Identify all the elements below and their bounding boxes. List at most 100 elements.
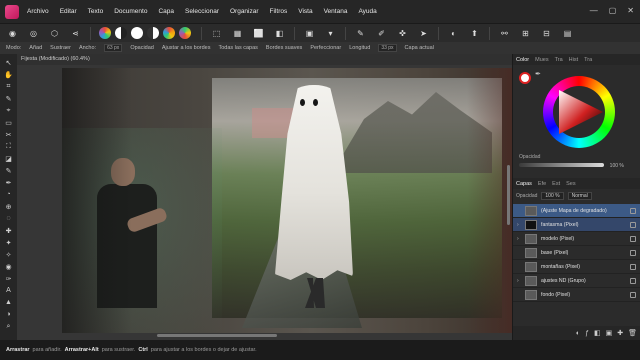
share-icon[interactable]: ⋖ bbox=[69, 27, 82, 40]
expand-chevron-icon[interactable]: › bbox=[517, 236, 523, 242]
assistant-icon[interactable]: ▤ bbox=[561, 27, 574, 40]
blur-icon[interactable]: ◌ bbox=[3, 213, 14, 224]
red-eye-icon[interactable]: ◉ bbox=[3, 261, 14, 272]
canvas-area[interactable] bbox=[17, 65, 512, 340]
adjustment-icon[interactable]: ◐ bbox=[576, 330, 580, 337]
contrast-icon[interactable] bbox=[147, 27, 159, 39]
layer-row[interactable]: (Ajuste Mapa de degradado) bbox=[513, 204, 640, 218]
ctx-option-8[interactable]: Perfeccionar bbox=[310, 45, 341, 51]
ctx-option-1[interactable]: Añad bbox=[29, 45, 42, 51]
layer-opacity-field[interactable]: 100 % bbox=[541, 192, 564, 200]
menu-filtros[interactable]: Filtros bbox=[270, 8, 288, 15]
group-icon[interactable]: ▣ bbox=[606, 329, 613, 337]
document-tab[interactable]: Fijesta (Modificado) (60.4%) bbox=[17, 54, 512, 65]
ruler-icon[interactable]: ⊞ bbox=[519, 27, 532, 40]
color-panel-tab-4[interactable]: Tra bbox=[584, 57, 592, 63]
layer-visibility-checkbox[interactable] bbox=[630, 208, 636, 214]
half-circle-icon[interactable] bbox=[115, 27, 127, 39]
marquee-icon[interactable]: ▭ bbox=[3, 117, 14, 128]
document-canvas[interactable] bbox=[62, 68, 512, 333]
menu-capa[interactable]: Capa bbox=[158, 8, 174, 15]
maximize-icon[interactable]: ▢ bbox=[609, 6, 617, 16]
layer-visibility-checkbox[interactable] bbox=[630, 264, 636, 270]
mask-icon[interactable]: ◧ bbox=[273, 27, 286, 40]
color-panel-tab-0[interactable]: Color bbox=[516, 57, 529, 63]
lasso-icon[interactable]: ⚯ bbox=[498, 27, 511, 40]
cursor-icon[interactable]: ⬆ bbox=[468, 27, 481, 40]
menu-seleccionar[interactable]: Seleccionar bbox=[185, 8, 219, 15]
fill-swatch-icon[interactable] bbox=[519, 72, 531, 84]
square-icon[interactable]: ▣ bbox=[303, 27, 316, 40]
mask-icon[interactable]: ◧ bbox=[594, 329, 601, 337]
crop-tool-icon[interactable]: ⌗ bbox=[3, 81, 14, 92]
color-wheel-icon[interactable] bbox=[99, 27, 111, 39]
menu-editar[interactable]: Editar bbox=[60, 8, 77, 15]
menu-ayuda[interactable]: Ayuda bbox=[358, 8, 376, 15]
text-tool-icon[interactable]: A bbox=[3, 285, 14, 296]
layer-visibility-checkbox[interactable] bbox=[630, 250, 636, 256]
color-panel-tab-2[interactable]: Tra bbox=[555, 57, 563, 63]
layers-panel-tab-0[interactable]: Capas bbox=[516, 181, 532, 187]
retouch-icon[interactable]: ✧ bbox=[3, 249, 14, 260]
inpainting-icon[interactable]: ✦ bbox=[3, 237, 14, 248]
flood-select-icon[interactable]: ⌖ bbox=[3, 105, 14, 116]
menu-archivo[interactable]: Archivo bbox=[27, 8, 49, 15]
eyedropper-icon[interactable]: ✒ bbox=[535, 70, 541, 78]
fill-tool-icon[interactable]: ⛶ bbox=[3, 141, 14, 152]
ctx-option-6[interactable]: Todas las capas bbox=[218, 45, 257, 51]
shape-tool-icon[interactable]: ▲ bbox=[3, 297, 14, 308]
menu-documento[interactable]: Documento bbox=[114, 8, 147, 15]
ctx-option-5[interactable]: Ajustar a los bordes bbox=[162, 45, 211, 51]
layer-row[interactable]: › ajustes ND (Grupo) bbox=[513, 274, 640, 288]
arrow-icon[interactable]: ➤ bbox=[417, 27, 430, 40]
ctx-value-9[interactable]: 33 px bbox=[378, 44, 397, 52]
minimize-icon[interactable]: — bbox=[590, 6, 598, 16]
close-icon[interactable]: ✕ bbox=[627, 6, 634, 16]
ctx-option-7[interactable]: Bordes suaves bbox=[266, 45, 302, 51]
zoom-tool-icon[interactable]: ⌕ bbox=[3, 321, 14, 332]
clone-icon[interactable]: ⊕ bbox=[3, 201, 14, 212]
layers-panel-tab-1[interactable]: Efe bbox=[538, 181, 546, 187]
color-wheel[interactable] bbox=[543, 76, 615, 148]
dropdown-chevron-icon[interactable]: ▾ bbox=[324, 27, 337, 40]
selection-brush-icon[interactable]: ✎ bbox=[3, 93, 14, 104]
color-replace-icon[interactable]: ✒ bbox=[3, 177, 14, 188]
ctx-option-0[interactable]: Modo: bbox=[6, 45, 21, 51]
layer-visibility-checkbox[interactable] bbox=[630, 278, 636, 284]
blend-mode-select[interactable]: Normal bbox=[567, 192, 592, 200]
color-swatch-icon[interactable]: ◑ bbox=[3, 309, 14, 320]
liquify-persona-icon[interactable]: ◎ bbox=[27, 27, 40, 40]
color-panel-tab-3[interactable]: Hist bbox=[569, 57, 578, 63]
color-panel-tab-1[interactable]: Mues bbox=[535, 57, 548, 63]
hsl-icon[interactable] bbox=[179, 27, 191, 39]
freehand-select-icon[interactable]: ✂ bbox=[3, 129, 14, 140]
photo-persona-icon[interactable]: ◉ bbox=[6, 27, 19, 40]
adjust-icon[interactable]: ✜ bbox=[396, 27, 409, 40]
paint-brush-icon[interactable]: ✎ bbox=[3, 165, 14, 176]
layer-row[interactable]: fondo (Pixel) bbox=[513, 288, 640, 302]
layers-panel-tab-3[interactable]: Ses bbox=[566, 181, 575, 187]
menu-texto[interactable]: Texto bbox=[88, 8, 104, 15]
layer-visibility-checkbox[interactable] bbox=[630, 236, 636, 242]
menu-ventana[interactable]: Ventana bbox=[324, 8, 348, 15]
ctx-value-3[interactable]: 63 px bbox=[104, 44, 123, 52]
snapping-icon[interactable]: ⊟ bbox=[540, 27, 553, 40]
color-opacity-value[interactable]: 100 % bbox=[610, 163, 624, 169]
layer-row[interactable]: › modelo (Pixel) bbox=[513, 232, 640, 246]
brush-icon[interactable]: ✎ bbox=[354, 27, 367, 40]
eye-icon[interactable]: ◐ bbox=[447, 27, 460, 40]
trash-icon[interactable]: 🗑 bbox=[628, 329, 637, 337]
healing-icon[interactable]: ✚ bbox=[3, 225, 14, 236]
develop-persona-icon[interactable]: ⬡ bbox=[48, 27, 61, 40]
pen-tool-icon[interactable]: ✑ bbox=[3, 273, 14, 284]
grid-icon[interactable]: ▦ bbox=[231, 27, 244, 40]
gradient-tool-icon[interactable]: ◪ bbox=[3, 153, 14, 164]
ctx-option-4[interactable]: Opacidad bbox=[130, 45, 154, 51]
ctx-option-2[interactable]: Sustraer bbox=[50, 45, 71, 51]
ctx-option-3[interactable]: Ancho: bbox=[79, 45, 96, 51]
horizontal-scrollbar[interactable] bbox=[157, 334, 277, 337]
layer-visibility-checkbox[interactable] bbox=[630, 222, 636, 228]
layer-row[interactable]: base (Pixel) bbox=[513, 246, 640, 260]
move-tool-icon[interactable]: ↖ bbox=[3, 57, 14, 68]
selection-icon[interactable]: ⬜ bbox=[252, 27, 265, 40]
